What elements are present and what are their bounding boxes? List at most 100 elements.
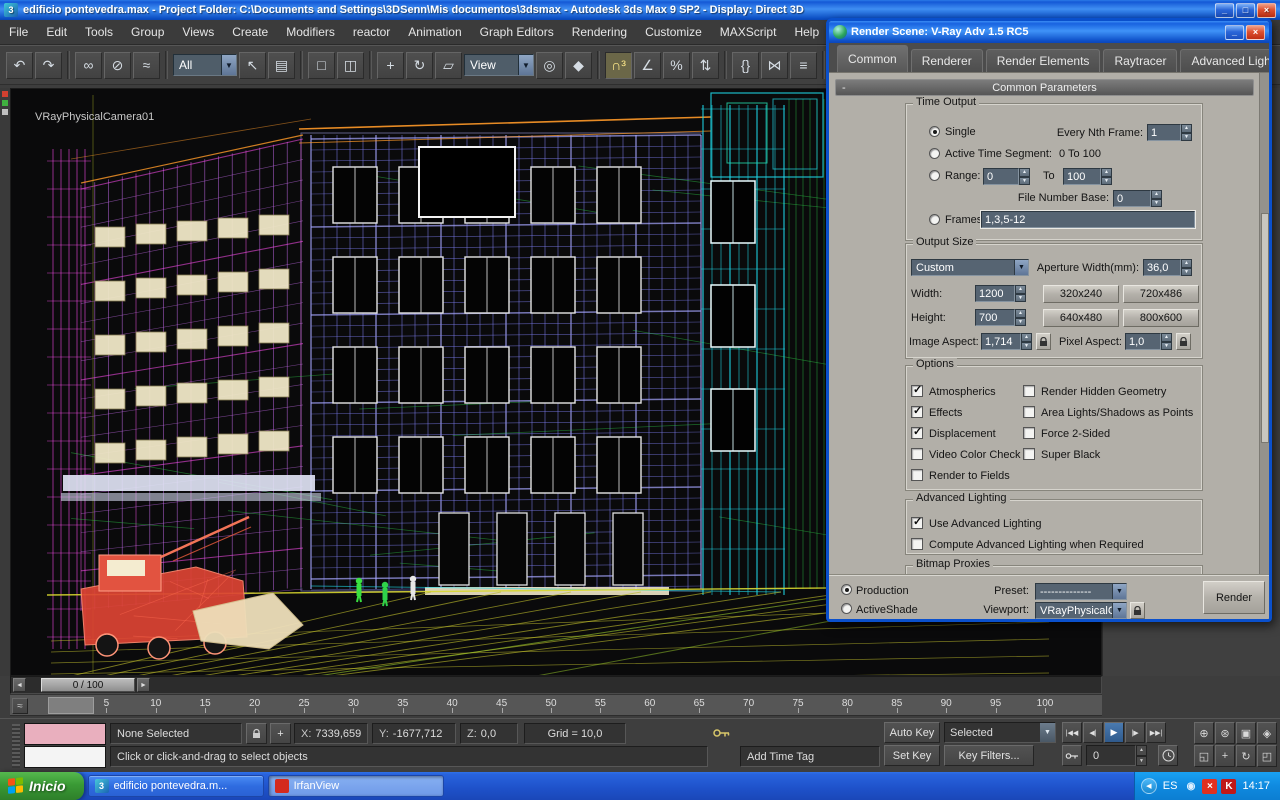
- chevron-down-icon[interactable]: ▼: [1112, 603, 1126, 618]
- viewport-lock-button[interactable]: [1130, 602, 1145, 619]
- every-nth-frame-field[interactable]: 1: [1147, 124, 1181, 141]
- range-to-spinner[interactable]: ▲ ▼: [1101, 168, 1112, 185]
- alert-tray-icon[interactable]: ×: [1202, 778, 1218, 794]
- checkbox-super-black[interactable]: [1023, 448, 1035, 460]
- menu-modifiers[interactable]: Modifiers: [277, 20, 344, 45]
- select-and-rotate-button[interactable]: ↻: [406, 51, 433, 79]
- pan-view-button[interactable]: +: [1215, 745, 1235, 767]
- zoom-extents-all-button[interactable]: ◈: [1257, 722, 1277, 744]
- select-and-move-button[interactable]: +: [377, 51, 404, 79]
- rollout-common-parameters[interactable]: - Common Parameters: [835, 79, 1254, 96]
- resolution-640x480-button[interactable]: 640x480: [1043, 309, 1119, 327]
- render-dialog-titlebar[interactable]: Render Scene: V-Ray Adv 1.5 RC5 _ ×: [829, 21, 1269, 43]
- zoom-all-button[interactable]: ⊛: [1215, 722, 1235, 744]
- chevron-down-icon[interactable]: ▼: [221, 55, 236, 75]
- reference-coordinate-system-dropdown[interactable]: View ▼: [464, 54, 534, 76]
- time-slider-right-arrow[interactable]: ►: [137, 678, 150, 692]
- tab-advanced-lighting[interactable]: Advanced Lighting: [1180, 49, 1269, 72]
- spin-up-icon[interactable]: ▲: [1161, 333, 1172, 342]
- spinner-snap-toggle-button[interactable]: ⇅: [692, 51, 719, 79]
- spin-down-icon[interactable]: ▼: [1151, 198, 1162, 207]
- network-tray-icon[interactable]: ◉: [1183, 779, 1198, 794]
- set-key-button[interactable]: Set Key: [884, 745, 940, 766]
- menu-file[interactable]: File: [0, 20, 37, 45]
- render-scene-dialog[interactable]: Render Scene: V-Ray Adv 1.5 RC5 _ × Comm…: [826, 18, 1272, 622]
- aperture-width-field[interactable]: 36,0: [1143, 259, 1181, 276]
- time-configuration-button[interactable]: [1158, 745, 1178, 766]
- z-coordinate-field[interactable]: Z: 0,0: [460, 723, 518, 744]
- align-button[interactable]: ≡: [790, 51, 817, 79]
- spin-down-icon[interactable]: ▼: [1181, 267, 1192, 276]
- checkbox-area-lights-shadows-as-points[interactable]: [1023, 406, 1035, 418]
- checkbox-video-color-check[interactable]: [911, 448, 923, 460]
- current-frame-spinner[interactable]: ▲ ▼: [1136, 745, 1147, 766]
- add-time-tag-field[interactable]: Add Time Tag: [740, 746, 880, 767]
- menu-rendering[interactable]: Rendering: [563, 20, 636, 45]
- chevron-down-icon[interactable]: ▼: [518, 55, 533, 75]
- key-filter-set-dropdown[interactable]: Selected ▼: [944, 722, 1056, 743]
- activeshade-radio[interactable]: [841, 603, 852, 614]
- open-mini-curve-editor-button[interactable]: ≈: [12, 698, 28, 714]
- width-field[interactable]: 1200: [975, 285, 1015, 302]
- select-and-manipulate-button[interactable]: ◆: [565, 51, 592, 79]
- resolution-720x486-button[interactable]: 720x486: [1123, 285, 1199, 303]
- close-button[interactable]: ×: [1257, 2, 1276, 18]
- menu-maxscript[interactable]: MAXScript: [711, 20, 786, 45]
- spin-up-icon[interactable]: ▲: [1136, 745, 1147, 756]
- spin-down-icon[interactable]: ▼: [1021, 341, 1032, 350]
- checkbox-render-hidden-geometry[interactable]: [1023, 385, 1035, 397]
- checkbox-force-2-sided[interactable]: [1023, 427, 1035, 439]
- file-number-base-field[interactable]: 0: [1113, 190, 1151, 207]
- snaps-toggle-button[interactable]: ∩³: [605, 51, 632, 79]
- range-from-field[interactable]: 0: [983, 168, 1019, 185]
- single-radio[interactable]: [929, 126, 940, 137]
- height-field[interactable]: 700: [975, 309, 1015, 326]
- unlink-selection-button[interactable]: ⊘: [104, 51, 131, 79]
- language-indicator[interactable]: ES: [1163, 780, 1178, 792]
- hide-icons-chevron[interactable]: ◀: [1140, 778, 1157, 794]
- zoom-region-button[interactable]: ◱: [1194, 745, 1214, 767]
- range-to-field[interactable]: 100: [1063, 168, 1101, 185]
- spin-down-icon[interactable]: ▼: [1101, 176, 1112, 185]
- menu-views[interactable]: Views: [173, 20, 223, 45]
- active-time-segment-radio[interactable]: [929, 148, 940, 159]
- menu-graph-editors[interactable]: Graph Editors: [471, 20, 563, 45]
- menu-animation[interactable]: Animation: [399, 20, 470, 45]
- spin-up-icon[interactable]: ▲: [1015, 285, 1026, 294]
- window-crossing-toggle[interactable]: ◫: [337, 51, 364, 79]
- play-animation-button[interactable]: ▶: [1104, 722, 1124, 743]
- current-frame-field[interactable]: 0: [1086, 745, 1136, 766]
- dialog-scrollbar[interactable]: [1259, 73, 1269, 574]
- key-mode-toggle[interactable]: [1062, 745, 1082, 766]
- pixel-aspect-spinner[interactable]: ▲ ▼: [1161, 333, 1172, 350]
- tab-raytracer[interactable]: Raytracer: [1103, 49, 1178, 72]
- next-key-button[interactable]: |▶: [1125, 722, 1145, 743]
- image-aspect-lock-button[interactable]: [1036, 333, 1051, 350]
- angle-snap-toggle-button[interactable]: ∠: [634, 51, 661, 79]
- taskbar-task-edificio-pontevedra-m[interactable]: 3 edificio pontevedra.m...: [87, 775, 264, 797]
- menu-reactor[interactable]: reactor: [344, 20, 399, 45]
- dialog-minimize-button[interactable]: _: [1225, 24, 1244, 40]
- redo-button[interactable]: ↷: [35, 51, 62, 79]
- absolute-offset-mode-toggle[interactable]: +: [270, 723, 291, 744]
- preset-dropdown[interactable]: -------------- ▼: [1035, 583, 1127, 600]
- resolution-320x240-button[interactable]: 320x240: [1043, 285, 1119, 303]
- spin-up-icon[interactable]: ▲: [1021, 333, 1032, 342]
- go-to-end-button[interactable]: ▶▶|: [1146, 722, 1166, 743]
- x-coordinate-field[interactable]: X: 7339,659: [294, 723, 368, 744]
- spin-down-icon[interactable]: ▼: [1015, 293, 1026, 302]
- render-button[interactable]: Render: [1203, 581, 1265, 614]
- select-by-name-button[interactable]: ▤: [268, 51, 295, 79]
- time-slider-handle[interactable]: 0 / 100: [41, 678, 135, 692]
- mirror-button[interactable]: ⋈: [761, 51, 788, 79]
- track-bar[interactable]: ≈ 5 10 15 20 25 30 35 40 45 50 55 60 65 70 75 80 85 90 95 1…: [10, 694, 1102, 716]
- maximize-button[interactable]: □: [1236, 2, 1255, 18]
- time-slider-track[interactable]: ◄ 0 / 100 ►: [10, 676, 1102, 694]
- undo-button[interactable]: ↶: [6, 51, 33, 79]
- rectangular-selection-region-button[interactable]: □: [308, 51, 335, 79]
- statusbar-splitter[interactable]: [12, 724, 20, 768]
- menu-create[interactable]: Create: [223, 20, 277, 45]
- tab-common[interactable]: Common: [837, 45, 908, 72]
- production-radio[interactable]: [841, 584, 852, 595]
- minimize-button[interactable]: _: [1215, 2, 1234, 18]
